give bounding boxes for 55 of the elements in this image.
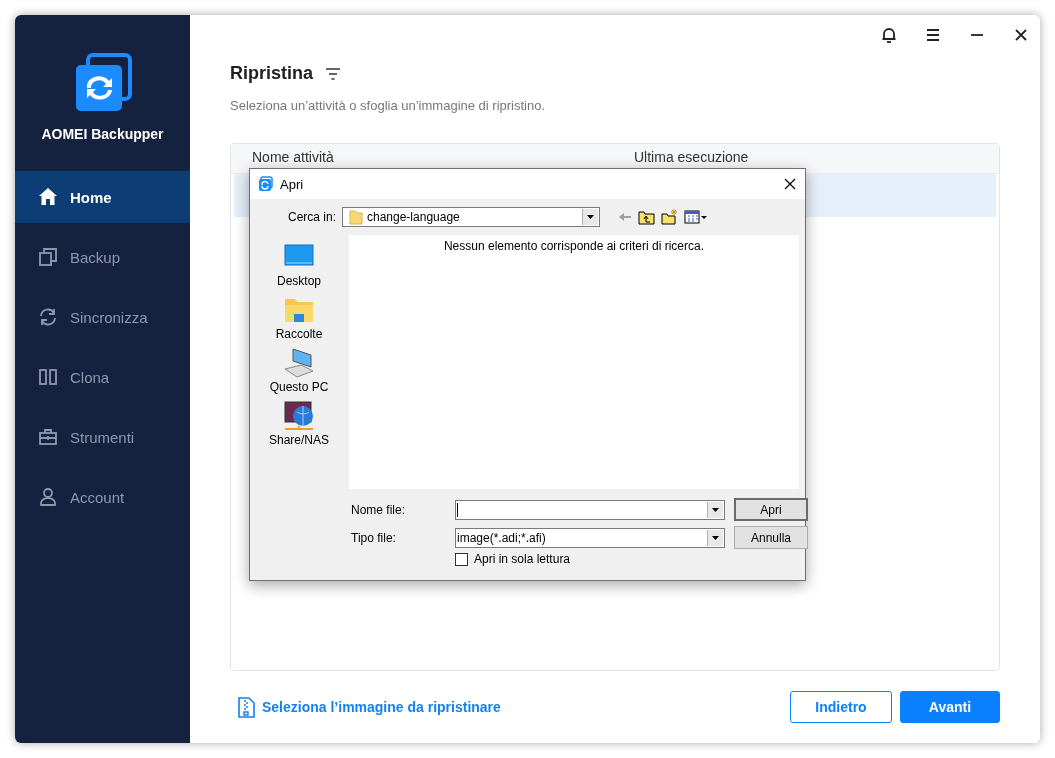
filter-icon[interactable] xyxy=(325,66,341,81)
toolbox-icon xyxy=(38,427,58,447)
checkbox-label: Apri in sola lettura xyxy=(474,552,571,566)
dialog-title: Apri xyxy=(280,176,305,192)
view-menu-icon[interactable] xyxy=(684,209,708,225)
close-icon xyxy=(783,177,797,191)
field-label: Tipo file: xyxy=(351,530,397,545)
field-label: Nome file: xyxy=(351,502,407,517)
folder-icon xyxy=(349,209,363,225)
back-button[interactable]: Indietro xyxy=(790,691,892,723)
nav-item[interactable]: Sincronizza xyxy=(15,291,190,343)
nav-item[interactable]: Account xyxy=(15,471,190,523)
app-logo-icon xyxy=(258,176,274,192)
checkbox[interactable] xyxy=(455,552,468,566)
place-shortcut[interactable]: Share/NAS xyxy=(269,400,329,447)
empty-message: Nessun elemento corrisponde ai criteri di ricerca. xyxy=(443,239,705,255)
app-logo-icon xyxy=(73,53,132,113)
place-shortcut[interactable]: Raccolte xyxy=(275,294,323,341)
nav-item[interactable]: Home xyxy=(15,171,190,223)
new-folder-icon[interactable] xyxy=(661,209,678,225)
place-shortcut[interactable]: Questo PC xyxy=(269,347,329,394)
sync-icon xyxy=(38,307,58,327)
computer-icon xyxy=(283,347,315,378)
place-shortcut[interactable]: Desktop xyxy=(277,241,321,288)
select-image-link[interactable]: Seleziona l’immagine da ripristinare xyxy=(238,696,501,718)
nav-item[interactable]: Backup xyxy=(15,231,190,283)
open-button[interactable]: Apri xyxy=(734,498,808,521)
app-name: AOMEI Backupper xyxy=(41,126,164,142)
home-icon xyxy=(38,187,58,207)
nav-item[interactable]: Clona xyxy=(15,351,190,403)
columns-icon xyxy=(38,367,58,387)
copy-icon xyxy=(38,247,58,267)
network-globe-icon xyxy=(283,400,315,431)
dropdown-value: image(*.adi;*.afi) xyxy=(457,530,547,545)
up-folder-icon[interactable] xyxy=(638,209,655,225)
next-button[interactable]: Avanti xyxy=(900,691,1000,723)
page-title: Ripristina xyxy=(230,63,313,84)
column-header: Nome attività xyxy=(252,149,335,165)
page-subtitle: Seleziona un’attività o sfoglia un’immagine di ripristino. xyxy=(230,98,546,113)
dropdown-arrow-icon xyxy=(712,535,719,540)
column-header: Ultima esecuzione xyxy=(634,149,749,165)
menu-icon[interactable] xyxy=(924,26,942,44)
file-name-field[interactable] xyxy=(455,499,725,520)
nav-item[interactable]: Strumenti xyxy=(15,411,190,463)
folder-dropdown[interactable]: change-language xyxy=(342,207,600,227)
close-button[interactable] xyxy=(783,177,797,191)
user-icon xyxy=(38,487,58,507)
field-label: Cerca in: xyxy=(286,210,337,224)
file-icon xyxy=(238,696,255,718)
file-type-dropdown[interactable]: image(*.adi;*.afi) xyxy=(455,527,725,548)
dropdown-value: change-language xyxy=(367,210,461,224)
bell-icon[interactable] xyxy=(880,26,898,44)
dropdown-arrow-icon xyxy=(587,215,594,219)
dropdown-arrow-icon xyxy=(712,507,719,512)
cancel-button[interactable]: Annulla xyxy=(734,526,808,549)
